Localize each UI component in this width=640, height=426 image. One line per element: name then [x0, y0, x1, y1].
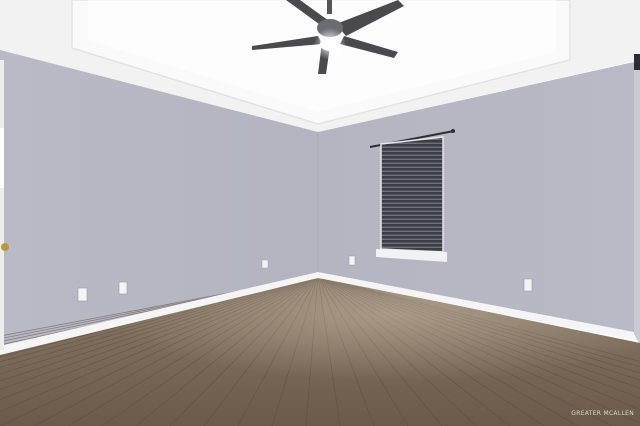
fan-light — [320, 37, 340, 51]
wall-outlet — [77, 287, 88, 302]
window-with-blinds — [369, 129, 455, 262]
door-knob — [1, 243, 9, 251]
wall-outlet — [261, 259, 269, 269]
right-wall-edge — [634, 58, 640, 345]
wall-outlet — [118, 281, 128, 295]
wall-outlet — [348, 255, 356, 266]
room-photo — [0, 0, 640, 426]
wall-outlet — [523, 278, 533, 292]
window-blinds — [381, 137, 443, 252]
